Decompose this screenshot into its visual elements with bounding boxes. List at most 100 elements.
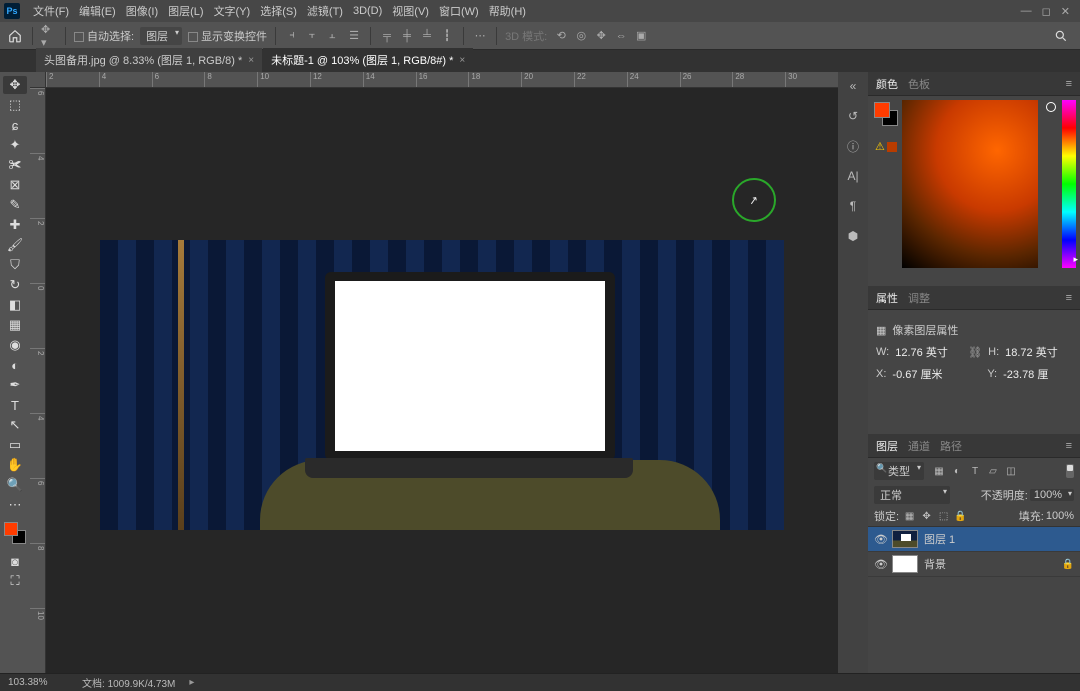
menu-select[interactable]: 选择(S)	[255, 3, 302, 19]
history-brush-tool-icon[interactable]: ↻	[3, 276, 27, 294]
x-value[interactable]: -0.67 厘米	[892, 366, 961, 382]
align-left-icon[interactable]: ⫞	[284, 29, 300, 43]
swatches-tab[interactable]: 色板	[908, 76, 930, 92]
menu-3d[interactable]: 3D(D)	[348, 5, 387, 17]
channels-tab[interactable]: 通道	[908, 438, 930, 454]
document-canvas[interactable]	[100, 240, 784, 530]
3d-camera-icon[interactable]: ▣	[633, 29, 649, 43]
layer-name[interactable]: 图层 1	[924, 531, 955, 547]
blur-tool-icon[interactable]: ◉	[3, 336, 27, 354]
link-wh-icon[interactable]: ⛓	[968, 346, 982, 359]
ruler-vertical[interactable]: 6420246810	[30, 88, 46, 673]
color-tab[interactable]: 颜色	[876, 76, 898, 92]
menu-help[interactable]: 帮助(H)	[484, 3, 531, 19]
align-more-icon[interactable]: ☰	[346, 29, 362, 43]
layer-thumbnail[interactable]	[892, 530, 918, 548]
shape-tool-icon[interactable]: ▭	[3, 436, 27, 454]
y-value[interactable]: -23.78 厘	[1003, 366, 1072, 382]
3d-slide-icon[interactable]: ⇔	[613, 29, 629, 43]
pen-tool-icon[interactable]: ✒	[3, 376, 27, 394]
screen-mode-icon[interactable]: ⛶	[3, 572, 27, 590]
lock-icon[interactable]: 🔒	[1062, 559, 1074, 570]
crop-tool-icon[interactable]: ✀	[3, 156, 27, 174]
marquee-tool-icon[interactable]: ⬚	[3, 96, 27, 114]
layers-tab[interactable]: 图层	[876, 438, 898, 454]
layer-thumbnail[interactable]	[892, 555, 918, 573]
menu-type[interactable]: 文字(Y)	[209, 3, 256, 19]
distribute-h-icon[interactable]: ┇	[439, 29, 455, 43]
lock-position-icon[interactable]: ✥	[920, 510, 933, 523]
doc-info-menu-icon[interactable]: ▸	[189, 677, 194, 688]
filter-pixel-icon[interactable]: ▦	[932, 464, 946, 478]
panel-menu-icon[interactable]: ≡	[1066, 78, 1072, 90]
foreground-color-swatch[interactable]	[4, 522, 18, 536]
menu-layer[interactable]: 图层(L)	[163, 3, 208, 19]
hand-tool-icon[interactable]: ✋	[3, 456, 27, 474]
paragraph-panel-icon[interactable]: ¶	[843, 196, 863, 216]
show-transform-checkbox[interactable]: 显示变换控件	[188, 28, 267, 44]
filter-toggle[interactable]	[1066, 464, 1074, 478]
layer-row[interactable]: 👁 背景 🔒	[868, 552, 1080, 577]
menu-edit[interactable]: 编辑(E)	[74, 3, 121, 19]
edit-toolbar-icon[interactable]: ⋯	[3, 496, 27, 514]
hue-slider[interactable]	[1062, 100, 1076, 268]
panel-menu-icon[interactable]: ≡	[1066, 292, 1072, 304]
tab-close-icon[interactable]: ×	[248, 55, 254, 66]
lock-all-icon[interactable]: 🔒	[954, 510, 967, 523]
doc-info-value[interactable]: 1009.9K/4.73M	[108, 679, 176, 690]
visibility-toggle-icon[interactable]: 👁	[874, 558, 886, 571]
menu-window[interactable]: 窗口(W)	[434, 3, 484, 19]
filter-smart-icon[interactable]: ◫	[1004, 464, 1018, 478]
filter-adjust-icon[interactable]: ◐	[950, 464, 964, 478]
visibility-toggle-icon[interactable]: 👁	[874, 533, 886, 546]
gamut-warning-icon[interactable]: ⚠	[875, 140, 897, 153]
tab-close-icon[interactable]: ×	[459, 55, 465, 66]
history-panel-icon[interactable]: ↺	[843, 106, 863, 126]
lock-artboard-icon[interactable]: ⬚	[937, 510, 950, 523]
color-swatches[interactable]	[4, 522, 26, 544]
collapse-icon[interactable]: «	[843, 76, 863, 96]
filter-shape-icon[interactable]: ▱	[986, 464, 1000, 478]
home-icon[interactable]	[6, 27, 24, 45]
layer-name[interactable]: 背景	[924, 556, 946, 572]
adjustments-tab[interactable]: 调整	[908, 290, 930, 306]
lock-pixels-icon[interactable]: ▦	[903, 510, 916, 523]
distribute-top-icon[interactable]: ╤	[379, 29, 395, 43]
filter-type-icon[interactable]: T	[968, 464, 982, 478]
dodge-tool-icon[interactable]: ◐	[3, 356, 27, 374]
color-swatches[interactable]	[874, 102, 898, 126]
ruler-origin[interactable]	[30, 72, 46, 88]
layer-filter-type-dropdown[interactable]: 类型	[874, 462, 924, 480]
opacity-value[interactable]: 100%	[1030, 489, 1074, 501]
ruler-horizontal[interactable]: 24681012141618202224262830	[46, 72, 838, 88]
menu-image[interactable]: 图像(I)	[121, 3, 163, 19]
zoom-tool-icon[interactable]: 🔍	[3, 476, 27, 494]
restore-icon[interactable]: ◻	[1042, 5, 1051, 18]
foreground-color-swatch[interactable]	[874, 102, 890, 118]
height-value[interactable]: 18.72 英寸	[1005, 344, 1072, 360]
properties-tab[interactable]: 属性	[876, 290, 898, 306]
panel-menu-icon[interactable]: ≡	[1066, 440, 1072, 452]
info-panel-icon[interactable]: ⓘ	[843, 136, 863, 156]
3d-roll-icon[interactable]: ◎	[573, 29, 589, 43]
auto-select-checkbox[interactable]: 自动选择:	[74, 28, 134, 44]
path-select-tool-icon[interactable]: ↖	[3, 416, 27, 434]
menu-view[interactable]: 视图(V)	[387, 3, 434, 19]
gradient-tool-icon[interactable]: ▦	[3, 316, 27, 334]
distribute-v-icon[interactable]: ╪	[399, 29, 415, 43]
move-tool-icon[interactable]: ✥	[3, 76, 27, 94]
move-tool-icon[interactable]: ✥ ▾	[41, 29, 57, 43]
close-icon[interactable]: ✕	[1061, 5, 1070, 18]
eraser-tool-icon[interactable]: ◧	[3, 296, 27, 314]
paths-tab[interactable]: 路径	[940, 438, 962, 454]
quick-select-tool-icon[interactable]: ✦	[3, 136, 27, 154]
fill-value[interactable]: 100%	[1046, 510, 1074, 522]
menu-filter[interactable]: 滤镜(T)	[302, 3, 348, 19]
canvas-viewport[interactable]	[46, 88, 838, 673]
3d-pan-icon[interactable]: ✥	[593, 29, 609, 43]
quick-mask-icon[interactable]: ◙	[3, 552, 27, 570]
brush-tool-icon[interactable]: 🖌	[3, 236, 27, 254]
tab-document-2[interactable]: 未标题-1 @ 103% (图层 1, RGB/8#) * ×	[263, 48, 473, 72]
blend-mode-dropdown[interactable]: 正常	[874, 486, 950, 504]
align-center-h-icon[interactable]: ⫟	[304, 29, 320, 43]
